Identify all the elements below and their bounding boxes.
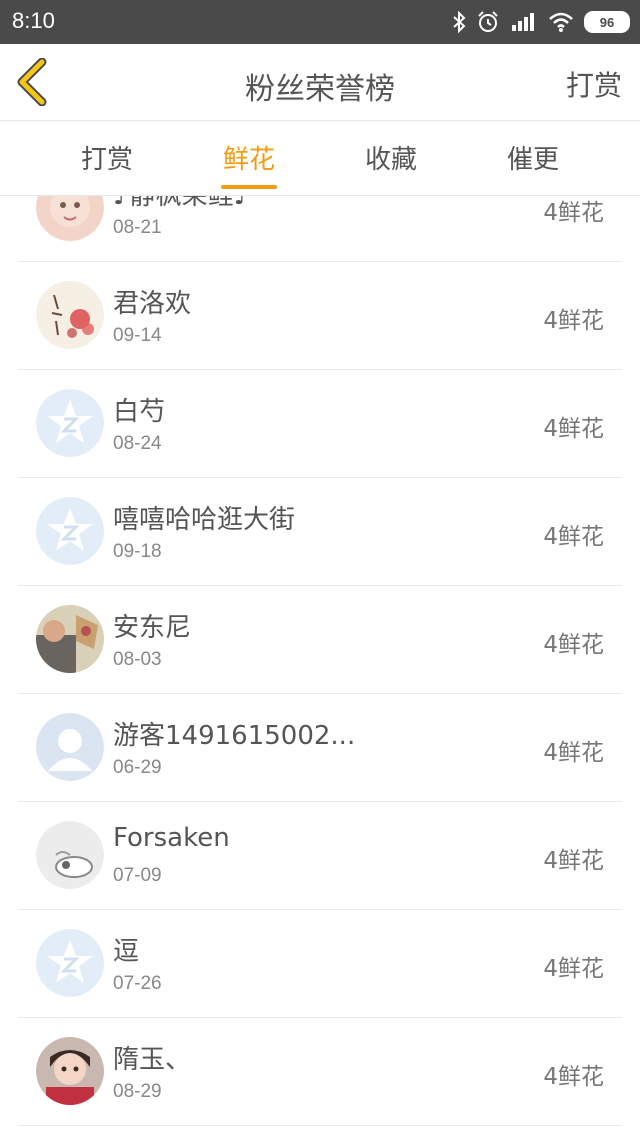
- list-item[interactable]: 白芍 08-24 4鲜花: [18, 369, 622, 478]
- date: 09-14: [113, 325, 162, 346]
- date: 08-03: [113, 649, 162, 670]
- date: 09-18: [113, 541, 162, 562]
- user-name: 安东尼: [113, 613, 192, 643]
- date: 08-24: [113, 433, 162, 454]
- user-avatar: [36, 605, 104, 673]
- date: 08-21: [113, 217, 162, 238]
- status-time: 8:10: [12, 8, 55, 33]
- user-name: 隋玉、: [113, 1045, 192, 1075]
- alarm-icon: [478, 11, 498, 32]
- app-header: 粉丝荣誉榜 打赏: [0, 44, 640, 121]
- user-avatar: [36, 1037, 104, 1105]
- default-star-avatar-icon: [36, 389, 104, 457]
- list-item[interactable]: 游客1491615002... 06-29 4鲜花: [18, 693, 622, 802]
- date: 07-09: [113, 865, 162, 886]
- user-name: Forsaken: [113, 823, 230, 853]
- wifi-icon: [549, 12, 573, 32]
- flower-count: 4鲜花: [543, 200, 604, 226]
- tab-flowers[interactable]: 鲜花: [199, 139, 299, 176]
- active-tab-indicator: [221, 185, 277, 189]
- signal-icon: [512, 13, 534, 31]
- flower-count: 4鲜花: [543, 740, 604, 766]
- bluetooth-icon: [453, 11, 466, 33]
- default-star-avatar-icon: [36, 497, 104, 565]
- list-item[interactable]: 逗 07-26 4鲜花: [18, 909, 622, 1018]
- flower-count: 4鲜花: [543, 308, 604, 334]
- user-avatar: [36, 196, 104, 241]
- flower-count: 4鲜花: [543, 1064, 604, 1090]
- list-item[interactable]: 嘻嘻哈哈逛大街 09-18 4鲜花: [18, 477, 622, 586]
- date: 08-29: [113, 1081, 162, 1102]
- user-name: 白芍: [113, 397, 166, 427]
- flower-count: 4鲜花: [543, 956, 604, 982]
- flower-count: 4鲜花: [543, 524, 604, 550]
- date: 07-26: [113, 973, 162, 994]
- user-avatar: [36, 821, 104, 889]
- flower-count: 4鲜花: [543, 848, 604, 874]
- list-item[interactable]: 隋玉、 08-29 4鲜花: [18, 1017, 622, 1126]
- user-avatar: [36, 281, 104, 349]
- date: 06-29: [113, 757, 162, 778]
- flower-count: 4鲜花: [543, 632, 604, 658]
- tab-favorites[interactable]: 收藏: [341, 139, 441, 176]
- user-name: ♪静枫呆鲤♪: [113, 196, 251, 211]
- flower-count: 4鲜花: [543, 416, 604, 442]
- user-name: 君洛欢: [113, 289, 192, 319]
- status-bar: 8:10 96: [0, 0, 640, 44]
- default-star-avatar-icon: [36, 929, 104, 997]
- fans-list: ♪静枫呆鲤♪ 08-21 4鲜花 君洛欢 09-14 4鲜花 白芍 08-24 …: [0, 196, 640, 1138]
- battery-indicator: 96: [584, 11, 630, 33]
- page-title: 粉丝荣誉榜: [245, 72, 395, 107]
- list-item[interactable]: 安东尼 08-03 4鲜花: [18, 585, 622, 694]
- reward-button[interactable]: 打赏: [566, 64, 622, 104]
- user-name: 逗: [113, 937, 140, 967]
- tab-urge-update[interactable]: 催更: [483, 139, 583, 176]
- list-item[interactable]: Forsaken 07-09 4鲜花: [18, 801, 622, 910]
- list-item[interactable]: ♪静枫呆鲤♪ 08-21 4鲜花: [18, 196, 622, 262]
- list-item[interactable]: 君洛欢 09-14 4鲜花: [18, 261, 622, 370]
- tab-reward[interactable]: 打赏: [57, 139, 157, 176]
- tab-bar: 打赏 鲜花 收藏 催更: [0, 121, 640, 196]
- status-icons: 96: [452, 7, 630, 37]
- user-name: 嘻嘻哈哈逛大街: [113, 505, 296, 535]
- user-name: 游客1491615002...: [113, 721, 356, 751]
- default-person-avatar-icon: [36, 713, 104, 781]
